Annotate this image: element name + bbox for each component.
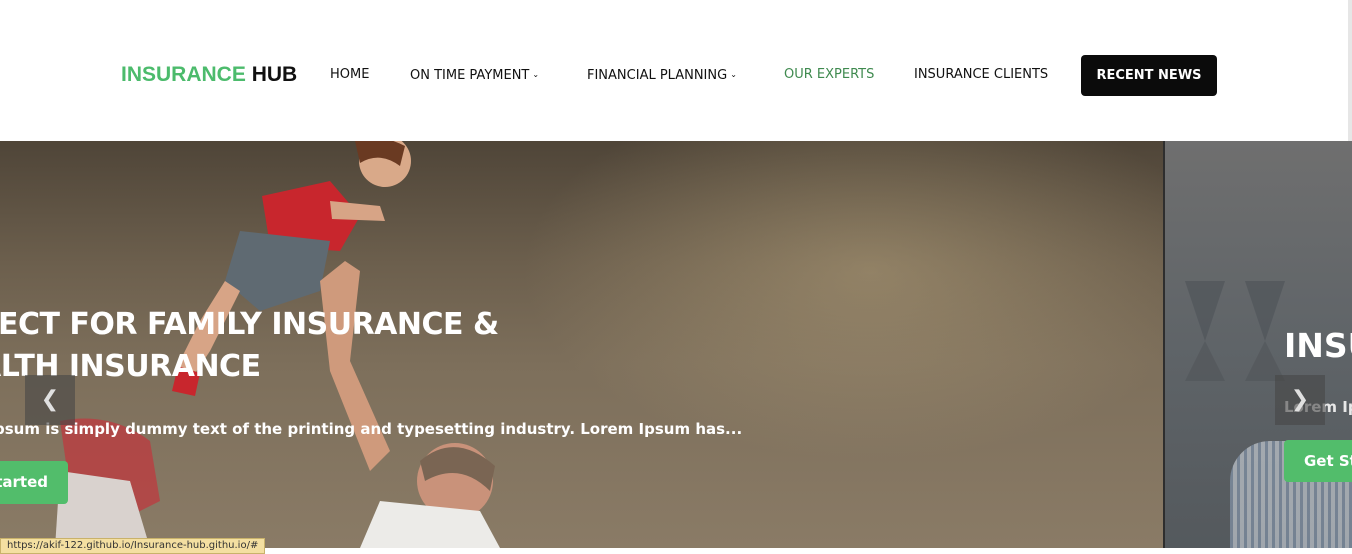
- carousel-prev-button[interactable]: ❮: [25, 375, 75, 425]
- nav-item-label: HOME: [330, 67, 370, 82]
- nav-item-label: ON TIME PAYMENT: [410, 68, 530, 83]
- chevron-left-icon: ❮: [40, 387, 60, 412]
- nav-item-home[interactable]: HOME: [330, 67, 369, 83]
- hero-carousel: FECT FOR FAMILY INSURANCE & ALTH INSURAN…: [0, 141, 1352, 548]
- next-hero-title: INSU: [1284, 326, 1352, 365]
- nav-item-label: FINANCIAL PLANNING: [587, 68, 728, 83]
- hero-title: FECT FOR FAMILY INSURANCE & ALTH INSURAN…: [0, 304, 578, 388]
- brand-logo[interactable]: INSURANCE HUB: [121, 62, 297, 88]
- chevron-down-icon: ⌄: [730, 70, 737, 79]
- brand-name-part2: HUB: [251, 63, 298, 86]
- chevron-down-icon: ⌄: [532, 70, 540, 79]
- next-get-started-button[interactable]: Get St: [1284, 440, 1352, 482]
- nav-item-our-experts[interactable]: OUR EXPERTS: [784, 67, 874, 83]
- nav-item-label: INSURANCE CLIENTS: [914, 67, 1049, 82]
- hero-title-line: ALTH INSURANCE: [0, 349, 261, 384]
- chevron-right-icon: ❯: [1290, 387, 1310, 412]
- hero-description: psum is simply dummy text of the printin…: [0, 420, 743, 438]
- carousel-next-button[interactable]: ❯: [1275, 375, 1325, 425]
- brand-name-part1: INSURANCE: [121, 63, 246, 86]
- hero-slide-family: FECT FOR FAMILY INSURANCE & ALTH INSURAN…: [0, 141, 1163, 548]
- nav-item-financial-planning[interactable]: FINANCIAL PLANNING ⌄: [587, 67, 737, 84]
- hero-title-line: FECT FOR FAMILY INSURANCE &: [0, 307, 499, 342]
- nav-item-on-time-payment[interactable]: ON TIME PAYMENT ⌄: [410, 67, 539, 84]
- site-header: INSURANCE HUB HOME ON TIME PAYMENT ⌄ FINA…: [0, 0, 1352, 141]
- status-bar-url: https://akif-122.github.io/Insurance-hub…: [0, 538, 266, 554]
- page-scrollbar[interactable]: [1348, 0, 1352, 141]
- nav-item-label: OUR EXPERTS: [784, 67, 875, 82]
- recent-news-button[interactable]: RECENT NEWS: [1081, 55, 1217, 96]
- get-started-button[interactable]: tarted: [0, 461, 68, 504]
- nav-item-insurance-clients[interactable]: INSURANCE CLIENTS: [914, 67, 1048, 83]
